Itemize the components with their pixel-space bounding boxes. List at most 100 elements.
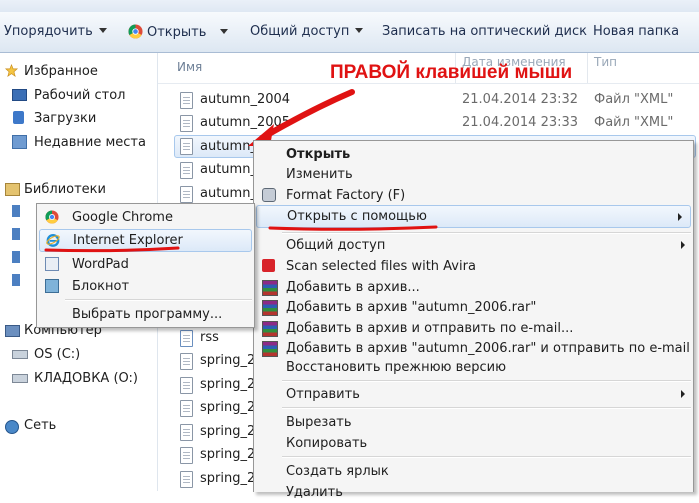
- chevron-down-icon: [98, 28, 107, 33]
- drive-icon: [12, 374, 28, 383]
- menu-format-factory[interactable]: Format Factory (F): [254, 184, 693, 206]
- menu-label: Удалить: [286, 485, 343, 500]
- menu-send-to[interactable]: Отправить: [254, 383, 693, 405]
- menu-label: Google Chrome: [72, 210, 173, 225]
- open-button[interactable]: Открыть: [128, 24, 229, 40]
- nav-libraries[interactable]: Библиотеки: [24, 182, 106, 197]
- column-type[interactable]: Тип: [594, 55, 617, 69]
- menu-cut[interactable]: Вырезать: [254, 411, 693, 433]
- menu-edit[interactable]: Изменить: [254, 163, 693, 185]
- file-type: Файл "XML": [594, 115, 674, 130]
- annotation-text: ПРАВОЙ клавишей мыши: [330, 62, 573, 83]
- menu-label: Отправить: [286, 387, 360, 402]
- xml-file-icon: [180, 400, 193, 417]
- drive-icon: [12, 350, 28, 359]
- computer-icon: [5, 325, 20, 337]
- library-item-icon: [12, 205, 20, 217]
- notepad-icon: [45, 279, 59, 293]
- submenu-arrow-icon: [681, 390, 685, 398]
- chrome-icon: [45, 210, 59, 224]
- winrar-icon: [262, 300, 278, 316]
- file-name: rss: [200, 330, 219, 345]
- menu-add-rar[interactable]: Добавить в архив "autumn_2006.rar": [254, 296, 693, 318]
- file-row[interactable]: spring_20: [177, 421, 264, 443]
- submenu-wordpad[interactable]: WordPad: [37, 253, 254, 275]
- file-row[interactable]: spring_20: [177, 374, 264, 396]
- menu-label: Восстановить прежнюю версию: [286, 360, 507, 375]
- submenu-notepad[interactable]: Блокнот: [37, 275, 254, 297]
- new-folder-button[interactable]: Новая папка: [593, 24, 679, 39]
- xml-file-icon: [180, 186, 193, 203]
- xml-file-icon: [180, 377, 193, 394]
- burn-button[interactable]: Записать на оптический диск: [382, 24, 587, 39]
- file-date: 21.04.2014 23:33: [462, 115, 579, 130]
- file-row[interactable]: rss: [177, 327, 253, 349]
- menu-label: Выбрать программу...: [72, 307, 223, 322]
- menu-delete[interactable]: Удалить: [254, 481, 693, 503]
- open-with-submenu: Google Chrome Internet Explorer WordPad …: [36, 203, 255, 328]
- file-row[interactable]: autumn_2: [177, 159, 265, 181]
- command-bar: Упорядочить Открыть Общий доступ Записат…: [0, 12, 699, 53]
- nav-favorites[interactable]: Избранное: [24, 64, 98, 79]
- menu-create-shortcut[interactable]: Создать ярлык: [254, 460, 693, 482]
- wordpad-icon: [45, 257, 59, 271]
- chevron-down-icon: [220, 29, 229, 34]
- xml-file-icon: [180, 115, 193, 132]
- organize-button[interactable]: Упорядочить: [4, 24, 107, 39]
- menu-share[interactable]: Общий доступ: [254, 234, 693, 256]
- menu-label: Добавить в архив "autumn_2006.rar" и отп…: [286, 341, 690, 356]
- file-row[interactable]: spring_20: [177, 444, 264, 466]
- nav-drive-c[interactable]: OS (C:): [34, 347, 80, 362]
- rss-file-icon: [180, 330, 193, 347]
- menu-label: Format Factory (F): [286, 188, 406, 203]
- winrar-icon: [262, 321, 278, 337]
- annotation-underline: [268, 225, 438, 231]
- menu-open[interactable]: Открыть: [254, 143, 693, 165]
- nav-network[interactable]: Сеть: [24, 418, 56, 433]
- nav-recent[interactable]: Недавние места: [34, 135, 146, 150]
- network-icon: [5, 420, 19, 434]
- column-name[interactable]: Имя: [177, 60, 202, 74]
- file-date: 21.04.2014 23:32: [462, 92, 579, 107]
- xml-file-icon: [180, 138, 193, 155]
- menu-label: Открыть: [286, 147, 351, 162]
- submenu-chrome[interactable]: Google Chrome: [37, 206, 254, 228]
- nav-drive-o[interactable]: КЛАДОВКА (O:): [34, 371, 138, 386]
- format-factory-icon: [262, 188, 276, 202]
- menu-label: Общий доступ: [286, 238, 386, 253]
- menu-copy[interactable]: Копировать: [254, 432, 693, 454]
- submenu-choose-program[interactable]: Выбрать программу...: [37, 303, 254, 325]
- file-row[interactable]: autumn_2: [177, 183, 265, 205]
- nav-desktop[interactable]: Рабочий стол: [34, 88, 125, 103]
- xml-file-icon: [180, 162, 193, 179]
- menu-label: Добавить в архив и отправить по e-mail..…: [286, 321, 574, 336]
- file-row[interactable]: spring_20: [177, 468, 264, 490]
- nav-downloads[interactable]: Загрузки: [34, 111, 96, 126]
- chrome-icon: [128, 24, 143, 39]
- menu-label: WordPad: [72, 257, 129, 272]
- downloads-icon: [13, 111, 24, 124]
- menu-restore[interactable]: Восстановить прежнюю версию: [254, 356, 693, 378]
- annotation-underline: [44, 246, 180, 253]
- star-icon: [4, 64, 19, 77]
- file-row[interactable]: spring_20: [177, 397, 264, 419]
- menu-label: Добавить в архив...: [286, 280, 420, 295]
- menu-separator: [282, 407, 691, 409]
- menu-add-email[interactable]: Добавить в архив и отправить по e-mail..…: [254, 317, 693, 339]
- share-button[interactable]: Общий доступ: [250, 24, 364, 39]
- desktop-icon: [12, 89, 27, 101]
- menu-label: Добавить в архив "autumn_2006.rar": [286, 300, 537, 315]
- share-label: Общий доступ: [250, 24, 350, 39]
- libraries-icon: [5, 183, 20, 196]
- menu-label: Вырезать: [286, 415, 352, 430]
- file-row[interactable]: spring_20: [177, 350, 264, 372]
- library-item-icon: [12, 274, 20, 286]
- menu-avira[interactable]: Scan selected files with Avira: [254, 255, 693, 277]
- recent-places-icon: [12, 135, 27, 149]
- menu-label: Блокнот: [72, 279, 130, 294]
- xml-file-icon: [180, 92, 193, 109]
- menu-label: Scan selected files with Avira: [286, 259, 476, 274]
- winrar-icon: [262, 341, 278, 357]
- menu-add-archive[interactable]: Добавить в архив...: [254, 276, 693, 298]
- submenu-arrow-icon: [678, 213, 682, 221]
